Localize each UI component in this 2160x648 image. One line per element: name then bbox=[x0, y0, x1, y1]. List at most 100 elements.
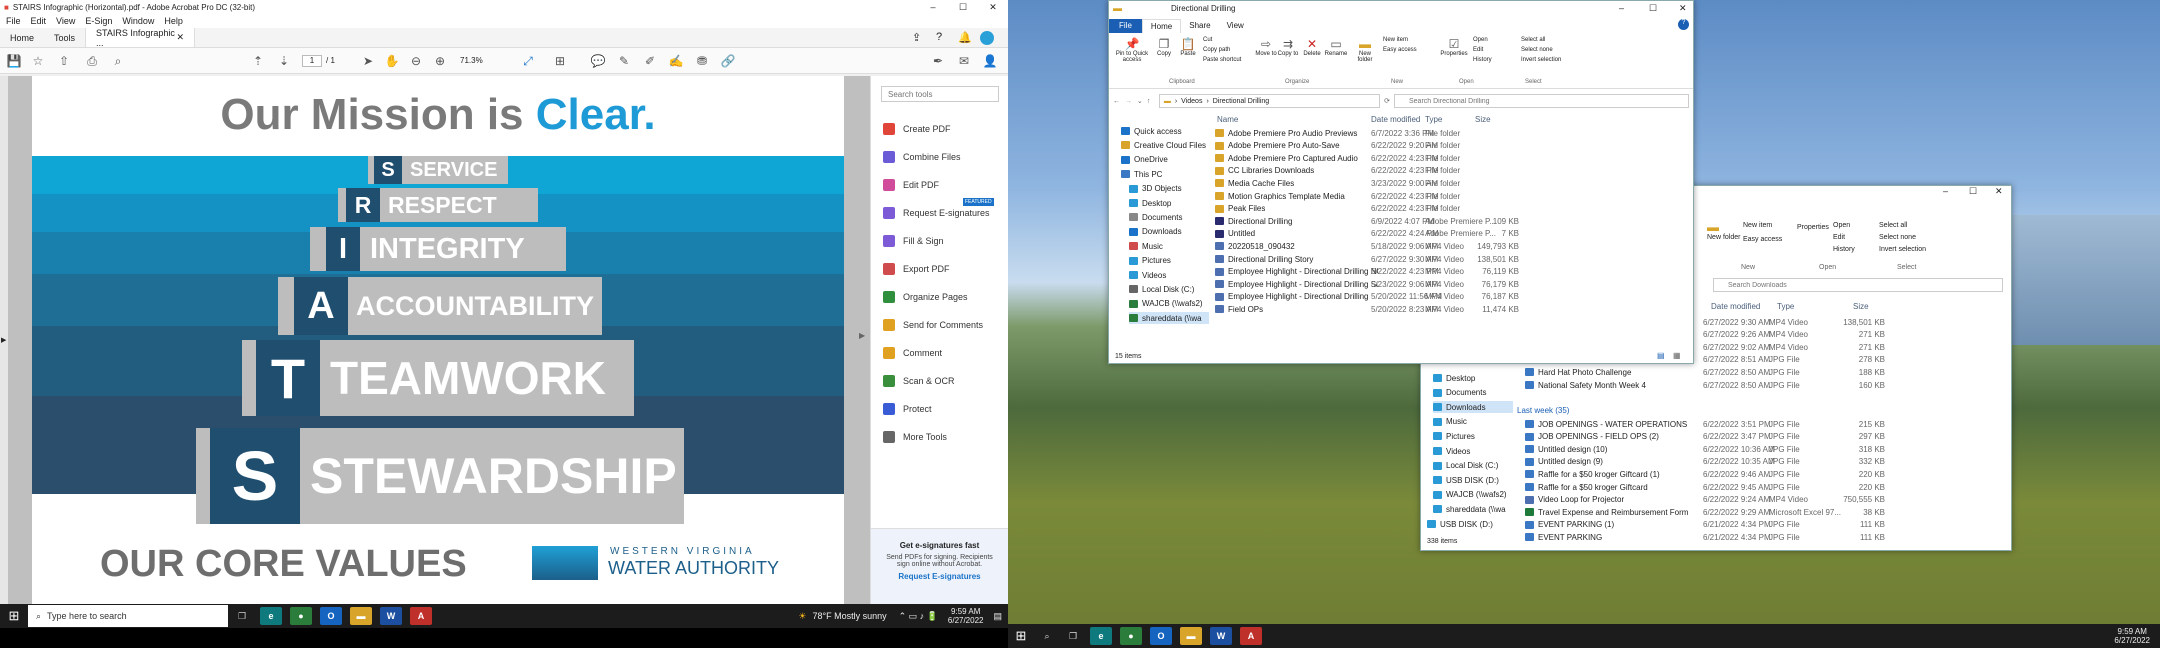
nav-item[interactable]: Desktop bbox=[1433, 372, 1513, 384]
stamp-icon[interactable]: ⛃ bbox=[694, 53, 710, 69]
ribbon-tab-file[interactable]: File bbox=[1109, 19, 1142, 33]
select-none-button[interactable]: Select none bbox=[1879, 234, 1916, 241]
comment-icon[interactable]: 💬 bbox=[590, 53, 606, 69]
chrome-icon[interactable]: ● bbox=[290, 607, 312, 625]
select-none-button[interactable]: Select none bbox=[1521, 47, 1553, 53]
taskbar-search[interactable]: ⌕ Type here to search bbox=[28, 605, 228, 627]
col-type[interactable]: Type bbox=[1425, 115, 1442, 124]
col-name[interactable]: Name bbox=[1217, 115, 1238, 124]
edit-button[interactable]: Edit bbox=[1473, 47, 1483, 53]
word-icon[interactable]: W bbox=[1210, 627, 1232, 645]
close-button[interactable]: ✕ bbox=[978, 0, 1008, 14]
copy-to-button[interactable]: ⇉ Copy to bbox=[1277, 37, 1299, 57]
nav-item[interactable]: WAJCB (\\wafs2) bbox=[1433, 489, 1513, 501]
nav-item[interactable]: This PC bbox=[1121, 168, 1209, 180]
minimize-button[interactable]: – bbox=[1943, 186, 1948, 196]
close-tab-icon[interactable]: ✕ bbox=[176, 32, 184, 43]
acrobat-taskbar-icon[interactable]: A bbox=[1240, 627, 1262, 645]
nav-item[interactable]: Quick access bbox=[1121, 125, 1209, 137]
nav-item[interactable]: Documents bbox=[1129, 211, 1209, 223]
mail-icon[interactable]: ✉ bbox=[956, 53, 972, 69]
highlight-icon[interactable]: ✐ bbox=[642, 53, 658, 69]
nav-item[interactable]: USB DISK (D:) bbox=[1427, 518, 1507, 530]
menu-esign[interactable]: E-Sign bbox=[85, 16, 112, 26]
col-date[interactable]: Date modified bbox=[1711, 302, 1760, 311]
outlook-icon[interactable]: O bbox=[320, 607, 342, 625]
sign-icon[interactable]: ✒ bbox=[930, 53, 946, 69]
minimize-button[interactable]: – bbox=[1619, 3, 1624, 13]
tool-organize-pages[interactable]: Organize Pages bbox=[883, 288, 1005, 306]
tool-send-for-comments[interactable]: Send for Comments bbox=[883, 316, 1005, 334]
pin-quick-access-button[interactable]: 📌 Pin to Quick access bbox=[1113, 37, 1151, 63]
file-row[interactable]: Employee Highlight - Directional Drillin… bbox=[1215, 266, 1687, 278]
star-icon[interactable]: ☆ bbox=[30, 53, 46, 69]
nav-item[interactable]: 3D Objects bbox=[1129, 183, 1209, 195]
file-row[interactable]: Motion Graphics Template Media 6/22/2022 … bbox=[1215, 190, 1687, 202]
nav-item[interactable]: Creative Cloud Files bbox=[1121, 139, 1209, 151]
help-icon[interactable]: ? bbox=[936, 31, 942, 43]
file-row[interactable]: Raffle for a $50 kroger Giftcard 6/22/202… bbox=[1525, 481, 2005, 493]
tool-request-esignatures[interactable]: Request E-signatures bbox=[883, 204, 1005, 222]
nav-item[interactable]: Local Disk (C:) bbox=[1129, 283, 1209, 295]
delete-button[interactable]: ✕ Delete bbox=[1301, 37, 1323, 57]
zoom-search-icon[interactable]: ⌕ bbox=[110, 53, 126, 69]
file-row[interactable]: Adobe Premiere Pro Captured Audio 6/22/20… bbox=[1215, 152, 1687, 164]
ribbon-tab-share[interactable]: Share bbox=[1181, 19, 1218, 33]
recent-dropdown-icon[interactable]: ⌄ bbox=[1137, 97, 1147, 105]
tool-more-tools[interactable]: More Tools bbox=[883, 428, 1005, 446]
prev-page-icon[interactable]: ⇡ bbox=[250, 53, 266, 69]
breadcrumb[interactable]: ▬ › Videos › Directional Drilling bbox=[1158, 94, 1381, 108]
up-arrow-icon[interactable]: ↑ bbox=[1147, 98, 1159, 105]
outlook-icon[interactable]: O bbox=[1150, 627, 1172, 645]
nav-item[interactable]: Documents bbox=[1433, 387, 1513, 399]
document-area[interactable]: Our Mission is Clear. S SERVICE R RESPEC… bbox=[8, 76, 870, 604]
file-row[interactable]: EVENT PARKING 6/21/2022 4:34 PM JPG File 11… bbox=[1525, 531, 2005, 543]
properties-button[interactable]: Properties bbox=[1797, 224, 1829, 231]
promo-link[interactable]: Request E-signatures bbox=[871, 572, 1008, 581]
chrome-icon[interactable]: ● bbox=[1120, 627, 1142, 645]
nav-item[interactable]: OneDrive bbox=[1121, 154, 1209, 166]
avatar[interactable] bbox=[980, 31, 994, 45]
nav-item[interactable]: Pictures bbox=[1129, 255, 1209, 267]
file-row[interactable]: Untitled design (10) 6/22/2022 10:36 AM JP… bbox=[1525, 443, 2005, 455]
help-icon[interactable]: ? bbox=[1678, 19, 1689, 30]
file-row[interactable]: Video Loop for Projector 6/22/2022 9:24 A… bbox=[1525, 494, 2005, 506]
nav-item[interactable]: Desktop bbox=[1129, 197, 1209, 209]
save-icon[interactable]: 💾 bbox=[6, 53, 22, 69]
weather-widget[interactable]: ☀ 78°F Mostly sunny bbox=[798, 611, 886, 622]
history-button[interactable]: History bbox=[1473, 57, 1492, 63]
maximize-button[interactable]: ☐ bbox=[1649, 3, 1657, 14]
file-row[interactable]: Adobe Premiere Pro Audio Previews 6/7/202… bbox=[1215, 127, 1687, 139]
search-directional-input[interactable] bbox=[1394, 94, 1689, 108]
zoom-level[interactable]: 71.3% bbox=[460, 56, 483, 65]
history-button[interactable]: History bbox=[1833, 246, 1855, 253]
maximize-button[interactable]: ☐ bbox=[948, 0, 978, 14]
tool-combine-files[interactable]: Combine Files bbox=[883, 148, 1005, 166]
copy-button[interactable]: ❐ Copy bbox=[1153, 37, 1175, 57]
acrobat-taskbar-icon[interactable]: A bbox=[410, 607, 432, 625]
tool-create-pdf[interactable]: Create PDF bbox=[883, 120, 1005, 138]
select-all-button[interactable]: Select all bbox=[1521, 37, 1545, 43]
col-type[interactable]: Type bbox=[1777, 302, 1794, 311]
link-icon[interactable]: 🔗 bbox=[720, 53, 736, 69]
file-row[interactable]: Employee Highlight - Directional Drillin… bbox=[1215, 291, 1687, 303]
file-row[interactable]: Employee Highlight - Directional Drillin… bbox=[1215, 278, 1687, 290]
zoom-out-icon[interactable]: ⊖ bbox=[408, 53, 424, 69]
tool-comment[interactable]: Comment bbox=[883, 344, 1005, 362]
clock[interactable]: 9:59 AM 6/27/2022 bbox=[948, 607, 984, 625]
easy-access-button[interactable]: Easy access bbox=[1383, 47, 1417, 53]
select-tool-icon[interactable]: ➤ bbox=[360, 53, 376, 69]
nav-item[interactable]: USB DISK (D:) bbox=[1433, 474, 1513, 486]
account-icon[interactable]: 👤 bbox=[982, 53, 998, 69]
file-explorer-icon[interactable]: ▬ bbox=[1180, 627, 1202, 645]
rename-button[interactable]: ▭ Rename bbox=[1323, 37, 1349, 57]
maximize-button[interactable]: ☐ bbox=[1969, 186, 1977, 197]
left-panel-collapse[interactable]: ▶ bbox=[0, 76, 8, 604]
menu-window[interactable]: Window bbox=[122, 16, 154, 26]
breadcrumb-directional[interactable]: Directional Drilling bbox=[1213, 98, 1269, 105]
print-icon[interactable]: ⎙ bbox=[84, 53, 100, 69]
cut-button[interactable]: Cut bbox=[1203, 37, 1212, 43]
windows-start-icon[interactable]: ⊞ bbox=[0, 608, 28, 624]
notifications-icon[interactable]: ▤ bbox=[993, 611, 1002, 622]
file-row[interactable]: Directional Drilling Story 6/27/2022 9:30… bbox=[1215, 253, 1687, 265]
